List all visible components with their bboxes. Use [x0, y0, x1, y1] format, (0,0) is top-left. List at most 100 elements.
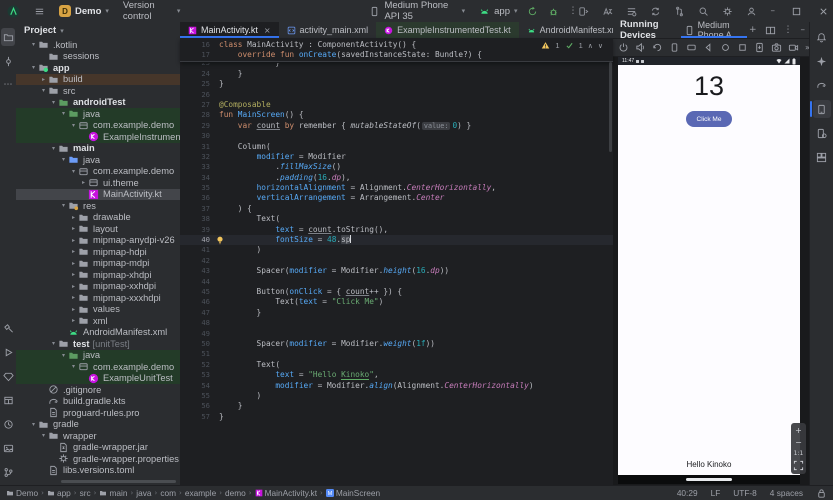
tool-stripe-sparkle[interactable]	[813, 52, 831, 70]
code-line-55[interactable]: 55 )	[180, 391, 613, 401]
code-line-48[interactable]: 48	[180, 318, 613, 328]
tree-item-com-example-demo[interactable]: ▾ com.example.demo	[16, 119, 180, 131]
code-line-25[interactable]: 25}	[180, 79, 613, 89]
breadcrumb-item[interactable]: M MainScreen	[325, 488, 380, 498]
breadcrumb-item[interactable]: com	[160, 488, 176, 498]
tree-item-gradle[interactable]: ▾ gradle	[16, 419, 180, 431]
tree-item-xml[interactable]: ▸ xml	[16, 315, 180, 327]
breadcrumb-item[interactable]: src	[80, 488, 91, 498]
close-icon[interactable]	[818, 6, 829, 17]
tree-item-values[interactable]: ▸ values	[16, 304, 180, 316]
code-line-30[interactable]: 30	[180, 131, 613, 141]
code-line-42[interactable]: 42	[180, 256, 613, 266]
translate-icon[interactable]	[602, 6, 613, 17]
device-selector[interactable]: Medium Phone API 35 ▾	[362, 0, 472, 22]
device-tab[interactable]: Medium Phone A...	[679, 20, 749, 40]
tree-item-androidmanifest-xml[interactable]: AndroidManifest.xml	[16, 327, 180, 339]
device-mirror-icon[interactable]	[578, 6, 589, 17]
tree-item-app[interactable]: ▾ app	[16, 62, 180, 74]
tree-item-com-example-demo[interactable]: ▾ com.example.demo	[16, 361, 180, 373]
tree-item-mipmap-mdpi[interactable]: ▸ mipmap-mdpi	[16, 258, 180, 270]
click-me-button[interactable]: Click Me	[686, 111, 732, 127]
profile-icon[interactable]	[746, 6, 757, 17]
tree-item-proguard-rules-pro[interactable]: proguard-rules.pro	[16, 407, 180, 419]
prev-problem-icon[interactable]: ∧	[588, 42, 593, 50]
code-line-40[interactable]: 40 fontSize = 48.sp	[180, 235, 613, 246]
tool-stripe-running-devices-phone[interactable]	[809, 100, 831, 118]
tool-stripe-logcat-image[interactable]	[1, 439, 15, 457]
back-icon[interactable]	[703, 42, 714, 53]
zoom-reset-button[interactable]: 1:1	[794, 450, 804, 457]
code-line-57[interactable]: 57}	[180, 412, 613, 422]
more-v-icon[interactable]: ⋮	[569, 6, 578, 17]
tree-item-java[interactable]: ▾ java	[16, 154, 180, 166]
tool-stripe-more-h[interactable]: ⋯	[1, 76, 15, 94]
code-line-56[interactable]: 56 }	[180, 401, 613, 411]
project-widget[interactable]: D Demo ▾	[52, 0, 116, 22]
tree-item-src[interactable]: ▾ src	[16, 85, 180, 97]
camera-icon[interactable]	[771, 42, 782, 53]
tree-item-exampleinstrumentedtest[interactable]: ExampleInstrumentedTest	[16, 131, 180, 143]
portrait-icon[interactable]	[669, 42, 680, 53]
tab-mainactivity-kt[interactable]: MainActivity.kt ×	[180, 22, 279, 38]
code-line-44[interactable]: 44	[180, 277, 613, 287]
breadcrumb-item[interactable]: example	[185, 488, 216, 498]
minimize-icon[interactable]: –	[771, 6, 776, 16]
tree-item-libs-versions-toml[interactable]: libs.versions.toml	[16, 465, 180, 477]
power-icon[interactable]	[618, 42, 629, 53]
overview-icon[interactable]	[737, 42, 748, 53]
vcs-widget[interactable]: Version control ▾	[116, 0, 188, 22]
code-line-36[interactable]: 36 verticalArrangement = Arrangement.Cen…	[180, 193, 613, 203]
tool-stripe-device-manager[interactable]	[813, 124, 831, 142]
rerun-icon[interactable]	[527, 6, 538, 17]
tree-item-gradle-wrapper-jar[interactable]: gradle-wrapper.jar	[16, 442, 180, 454]
code-line-38[interactable]: 38 Text(	[180, 214, 613, 224]
tree-item-wrapper[interactable]: ▾ wrapper	[16, 430, 180, 442]
indent-setting[interactable]: 4 spaces	[770, 488, 803, 498]
tree-item-java[interactable]: ▾ java	[16, 108, 180, 120]
tree-item-test[interactable]: ▾ test [unitTest]	[16, 338, 180, 350]
tree-item-layout[interactable]: ▸ layout	[16, 223, 180, 235]
gesture-pill[interactable]	[686, 478, 732, 481]
code-line-26[interactable]: 26	[180, 90, 613, 100]
tree-item-drawable[interactable]: ▸ drawable	[16, 212, 180, 224]
code-line-34[interactable]: 34 .padding(16.dp),	[180, 173, 613, 183]
tree-item-mainactivity-kt[interactable]: MainActivity.kt	[16, 188, 180, 200]
tool-stripe-git-branch[interactable]	[1, 463, 15, 481]
tree-item-ui-theme[interactable]: ▸ ui.theme	[16, 177, 180, 189]
breadcrumb-item[interactable]: main	[99, 488, 127, 498]
code-line-47[interactable]: 47 }	[180, 308, 613, 318]
code-editor[interactable]: 1 1 ∧ ∨ 16 class MainActivity : Component…	[180, 38, 613, 485]
code-line-37[interactable]: 37 ) {	[180, 204, 613, 214]
breadcrumb-item[interactable]: Demo	[6, 488, 38, 498]
tree-item-com-example-demo[interactable]: ▾ com.example.demo	[16, 166, 180, 178]
lock-icon[interactable]	[816, 488, 827, 499]
tool-stripe-layout-inspector[interactable]	[813, 148, 831, 166]
more-v-icon[interactable]: ⋮	[784, 25, 793, 35]
editor-scrollbar[interactable]	[609, 62, 612, 152]
plus-icon[interactable]: +	[749, 25, 757, 35]
volume-icon[interactable]	[635, 42, 646, 53]
code-line-50[interactable]: 50 Spacer(modifier = Modifier.weight(1f)…	[180, 339, 613, 349]
code-line-24[interactable]: 24 }	[180, 69, 613, 79]
horizontal-scrollbar[interactable]	[61, 480, 176, 483]
code-line-52[interactable]: 52 Text(	[180, 360, 613, 370]
inspections-widget[interactable]: 1 1 ∧ ∨	[541, 41, 603, 50]
project-view-header[interactable]: Project ▾	[16, 22, 180, 39]
file-encoding[interactable]: UTF-8	[733, 488, 757, 498]
line-ending[interactable]: LF	[711, 488, 721, 498]
tree-item--kotlin[interactable]: ▾ .kotlin	[16, 39, 180, 51]
tool-stripe-run-play[interactable]	[1, 343, 15, 361]
tree-item-mipmap-xxxhdpi[interactable]: ▸ mipmap-xxxhdpi	[16, 292, 180, 304]
tool-stripe-gem[interactable]	[1, 367, 15, 385]
code-line-45[interactable]: 45 Button(onClick = { count++ }) {	[180, 287, 613, 297]
tab-exampleinstrumentedtest-kt[interactable]: ExampleInstrumentedTest.kt	[376, 22, 519, 38]
tool-stripe-build-hammer[interactable]	[1, 319, 15, 337]
close-icon[interactable]: ×	[264, 26, 271, 35]
tree-item-java[interactable]: ▾ java	[16, 349, 180, 361]
tree-item-main[interactable]: ▾ main	[16, 143, 180, 155]
caret-position[interactable]: 40:29	[677, 488, 698, 498]
tree-item-sessions[interactable]: sessions	[16, 51, 180, 63]
rotate-left-icon[interactable]	[652, 42, 663, 53]
landscape-icon[interactable]	[686, 42, 697, 53]
